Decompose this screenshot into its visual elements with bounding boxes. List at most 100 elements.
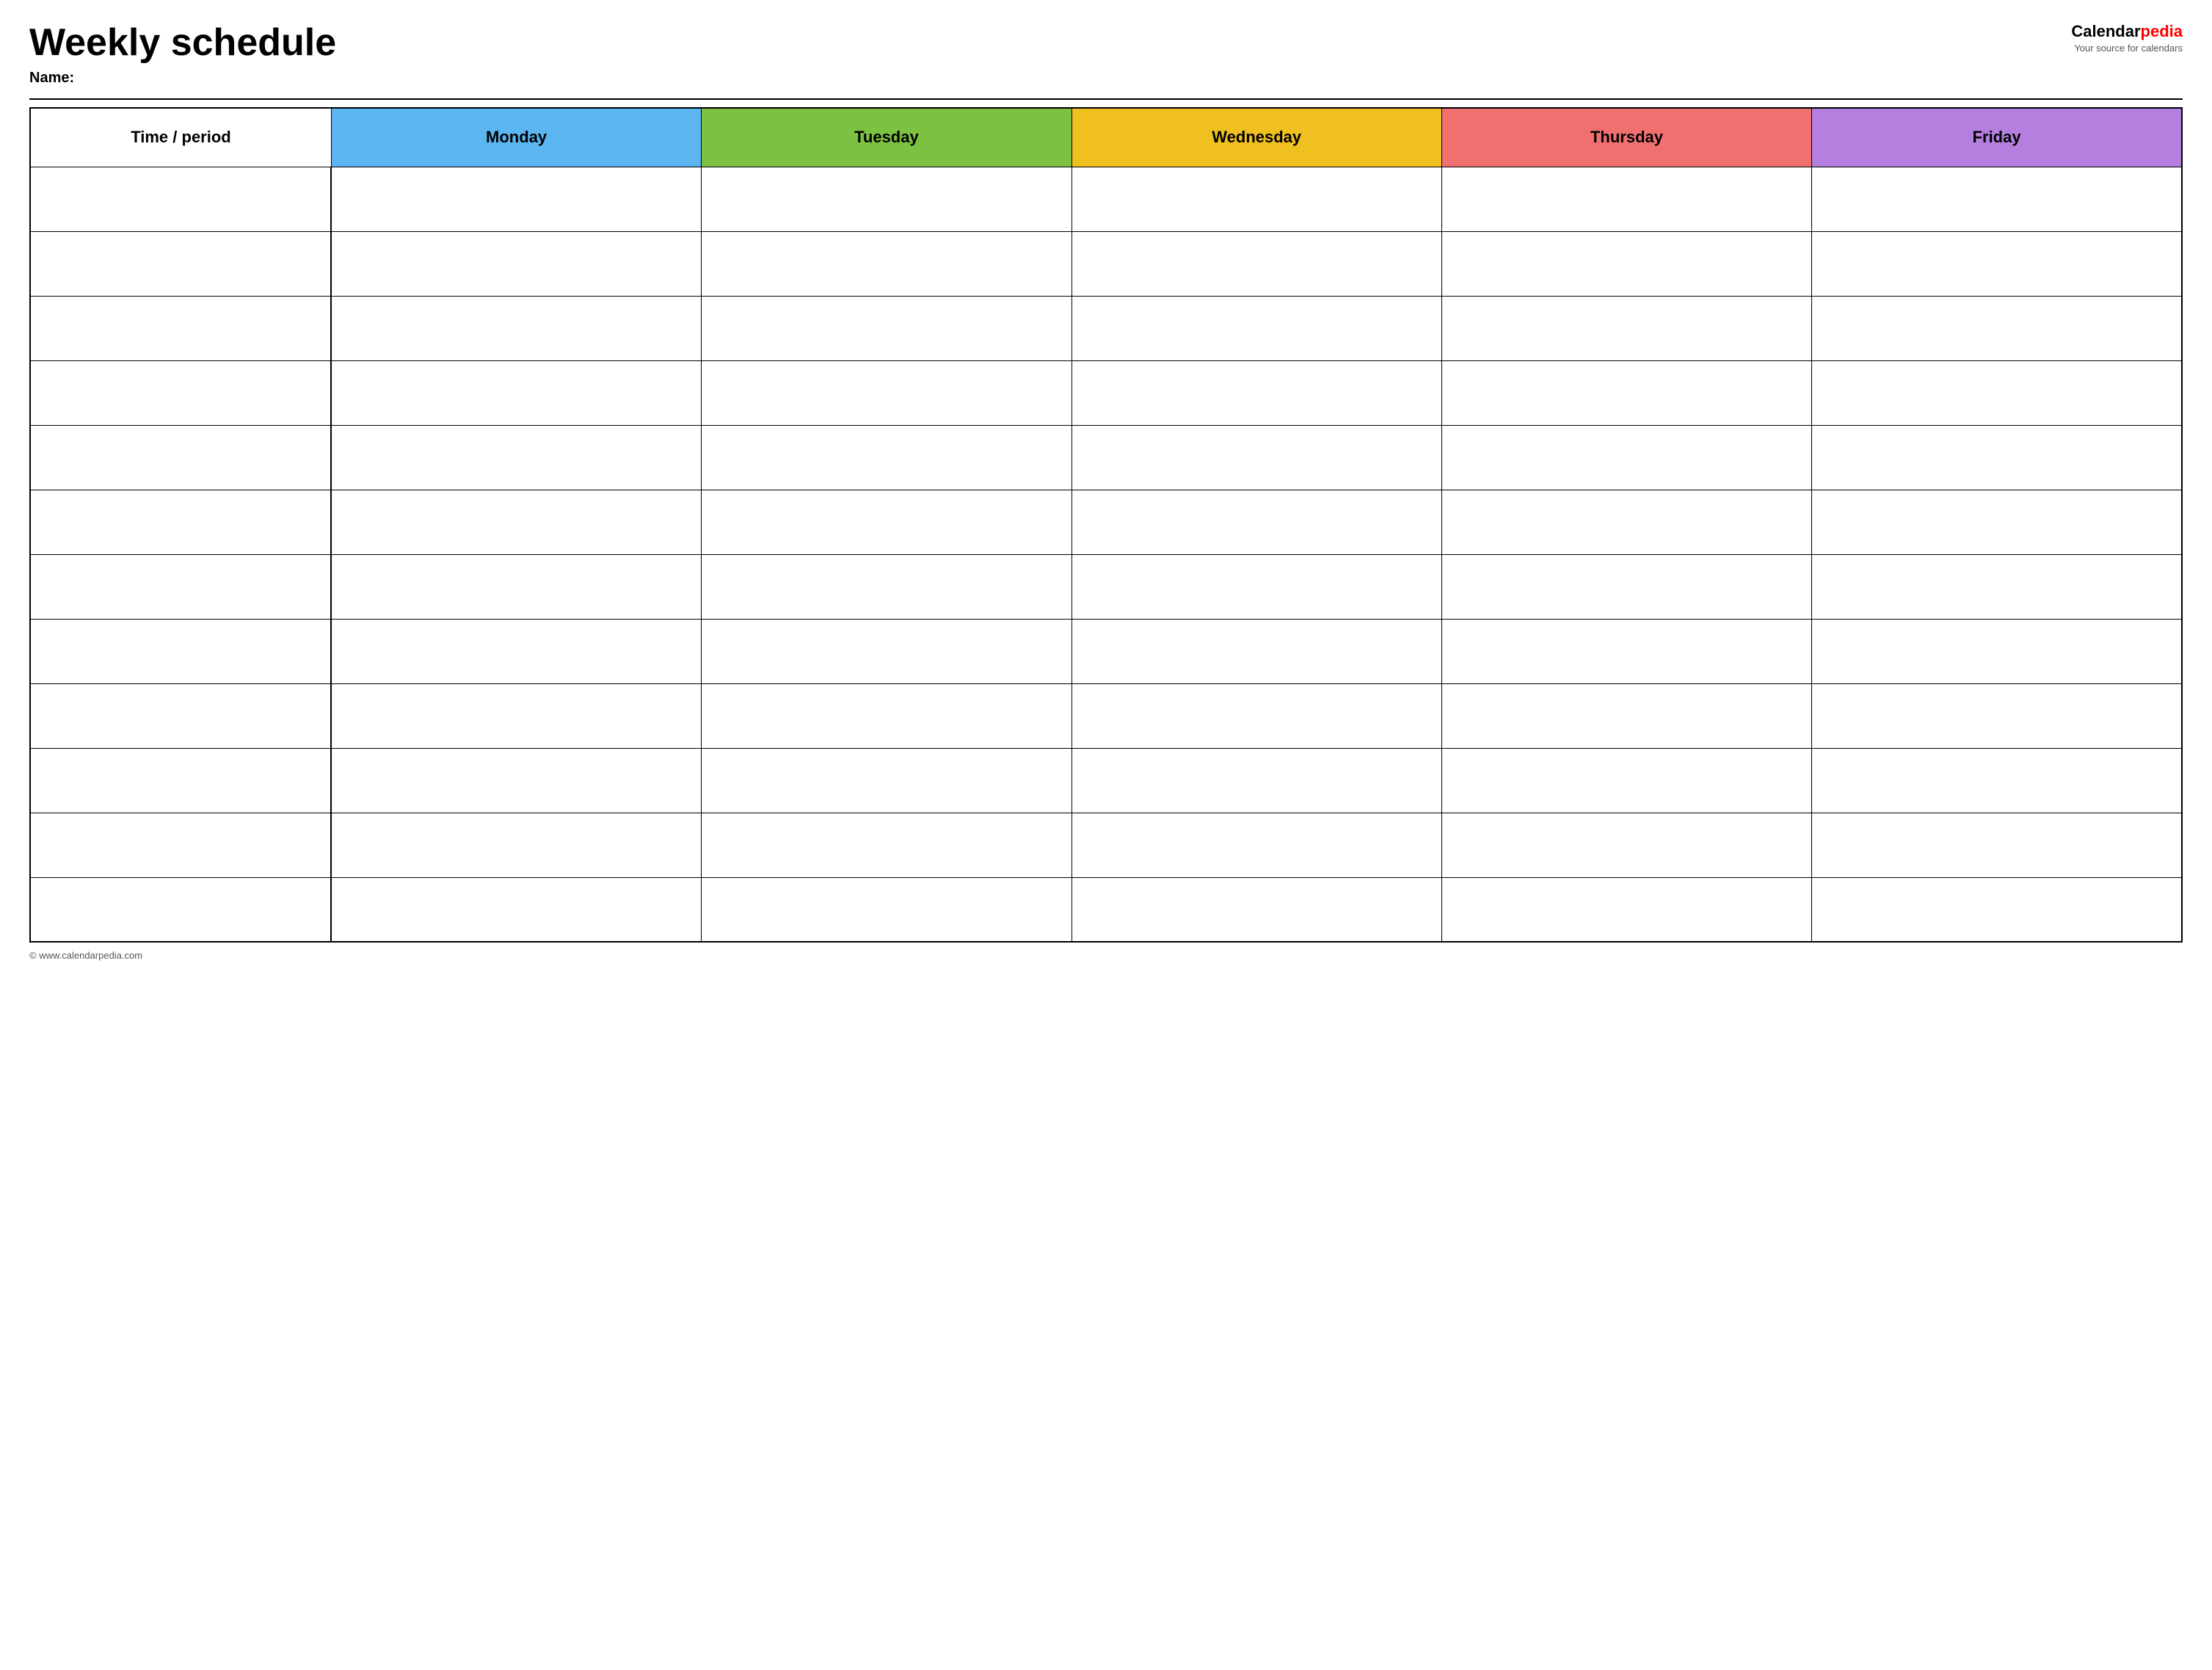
schedule-cell[interactable] bbox=[1441, 619, 1811, 683]
title-section: Weekly schedule Name: bbox=[29, 22, 2071, 87]
table-row bbox=[30, 748, 2182, 813]
time-cell[interactable] bbox=[30, 877, 331, 942]
schedule-cell[interactable] bbox=[702, 554, 1072, 619]
time-cell[interactable] bbox=[30, 554, 331, 619]
schedule-cell[interactable] bbox=[1812, 748, 2182, 813]
schedule-cell[interactable] bbox=[1072, 813, 1441, 877]
schedule-cell[interactable] bbox=[1072, 296, 1441, 360]
col-header-monday: Monday bbox=[331, 108, 701, 167]
table-header-row: Time / period Monday Tuesday Wednesday T… bbox=[30, 108, 2182, 167]
schedule-cell[interactable] bbox=[331, 167, 701, 231]
schedule-cell[interactable] bbox=[702, 683, 1072, 748]
schedule-cell[interactable] bbox=[1072, 490, 1441, 554]
col-header-tuesday: Tuesday bbox=[702, 108, 1072, 167]
schedule-cell[interactable] bbox=[1812, 683, 2182, 748]
schedule-cell[interactable] bbox=[1072, 554, 1441, 619]
schedule-cell[interactable] bbox=[1441, 490, 1811, 554]
schedule-cell[interactable] bbox=[331, 231, 701, 296]
logo-text: Calendarpedia bbox=[2071, 22, 2183, 41]
schedule-cell[interactable] bbox=[702, 813, 1072, 877]
schedule-cell[interactable] bbox=[1441, 877, 1811, 942]
time-cell[interactable] bbox=[30, 683, 331, 748]
schedule-cell[interactable] bbox=[1072, 167, 1441, 231]
table-row bbox=[30, 619, 2182, 683]
schedule-body bbox=[30, 167, 2182, 942]
logo-part1: Calendar bbox=[2071, 22, 2140, 40]
table-row bbox=[30, 425, 2182, 490]
header-divider bbox=[29, 98, 2183, 100]
time-cell[interactable] bbox=[30, 360, 331, 425]
time-cell[interactable] bbox=[30, 748, 331, 813]
table-row bbox=[30, 296, 2182, 360]
page-title: Weekly schedule bbox=[29, 22, 2071, 64]
schedule-cell[interactable] bbox=[702, 619, 1072, 683]
schedule-cell[interactable] bbox=[1812, 490, 2182, 554]
schedule-cell[interactable] bbox=[1441, 554, 1811, 619]
schedule-cell[interactable] bbox=[1812, 231, 2182, 296]
schedule-cell[interactable] bbox=[331, 683, 701, 748]
schedule-cell[interactable] bbox=[331, 877, 701, 942]
time-cell[interactable] bbox=[30, 490, 331, 554]
page-header: Weekly schedule Name: Calendarpedia Your… bbox=[29, 22, 2183, 87]
schedule-cell[interactable] bbox=[1812, 813, 2182, 877]
time-cell[interactable] bbox=[30, 231, 331, 296]
schedule-cell[interactable] bbox=[1072, 619, 1441, 683]
time-cell[interactable] bbox=[30, 425, 331, 490]
schedule-cell[interactable] bbox=[1441, 813, 1811, 877]
schedule-cell[interactable] bbox=[331, 360, 701, 425]
schedule-cell[interactable] bbox=[702, 231, 1072, 296]
schedule-cell[interactable] bbox=[331, 748, 701, 813]
schedule-cell[interactable] bbox=[1812, 425, 2182, 490]
schedule-table: Time / period Monday Tuesday Wednesday T… bbox=[29, 107, 2183, 943]
schedule-cell[interactable] bbox=[1072, 360, 1441, 425]
table-row bbox=[30, 360, 2182, 425]
schedule-cell[interactable] bbox=[702, 425, 1072, 490]
schedule-cell[interactable] bbox=[702, 167, 1072, 231]
schedule-cell[interactable] bbox=[331, 619, 701, 683]
schedule-cell[interactable] bbox=[1072, 683, 1441, 748]
schedule-cell[interactable] bbox=[1441, 360, 1811, 425]
schedule-cell[interactable] bbox=[702, 748, 1072, 813]
schedule-cell[interactable] bbox=[702, 296, 1072, 360]
schedule-cell[interactable] bbox=[1441, 748, 1811, 813]
schedule-cell[interactable] bbox=[702, 490, 1072, 554]
logo-part2: pedia bbox=[2141, 22, 2183, 40]
schedule-cell[interactable] bbox=[1072, 877, 1441, 942]
table-row bbox=[30, 813, 2182, 877]
schedule-cell[interactable] bbox=[331, 425, 701, 490]
schedule-cell[interactable] bbox=[1072, 425, 1441, 490]
schedule-cell[interactable] bbox=[1812, 167, 2182, 231]
schedule-cell[interactable] bbox=[1441, 167, 1811, 231]
time-cell[interactable] bbox=[30, 619, 331, 683]
table-row bbox=[30, 554, 2182, 619]
time-cell[interactable] bbox=[30, 167, 331, 231]
col-header-friday: Friday bbox=[1812, 108, 2182, 167]
table-row bbox=[30, 167, 2182, 231]
schedule-cell[interactable] bbox=[1812, 877, 2182, 942]
schedule-cell[interactable] bbox=[1441, 425, 1811, 490]
time-cell[interactable] bbox=[30, 813, 331, 877]
schedule-cell[interactable] bbox=[331, 554, 701, 619]
schedule-cell[interactable] bbox=[1441, 296, 1811, 360]
schedule-cell[interactable] bbox=[1072, 231, 1441, 296]
schedule-cell[interactable] bbox=[1812, 360, 2182, 425]
table-row bbox=[30, 490, 2182, 554]
schedule-cell[interactable] bbox=[1441, 683, 1811, 748]
schedule-cell[interactable] bbox=[702, 877, 1072, 942]
logo-section: Calendarpedia Your source for calendars bbox=[2071, 22, 2183, 54]
schedule-cell[interactable] bbox=[1441, 231, 1811, 296]
schedule-cell[interactable] bbox=[1812, 296, 2182, 360]
schedule-cell[interactable] bbox=[1812, 554, 2182, 619]
schedule-cell[interactable] bbox=[1812, 619, 2182, 683]
footer-url: © www.calendarpedia.com bbox=[29, 950, 2183, 961]
table-row bbox=[30, 683, 2182, 748]
col-header-thursday: Thursday bbox=[1441, 108, 1811, 167]
logo-tagline: Your source for calendars bbox=[2071, 43, 2183, 54]
time-cell[interactable] bbox=[30, 296, 331, 360]
schedule-cell[interactable] bbox=[702, 360, 1072, 425]
col-header-time: Time / period bbox=[30, 108, 331, 167]
schedule-cell[interactable] bbox=[331, 490, 701, 554]
schedule-cell[interactable] bbox=[331, 296, 701, 360]
schedule-cell[interactable] bbox=[331, 813, 701, 877]
schedule-cell[interactable] bbox=[1072, 748, 1441, 813]
